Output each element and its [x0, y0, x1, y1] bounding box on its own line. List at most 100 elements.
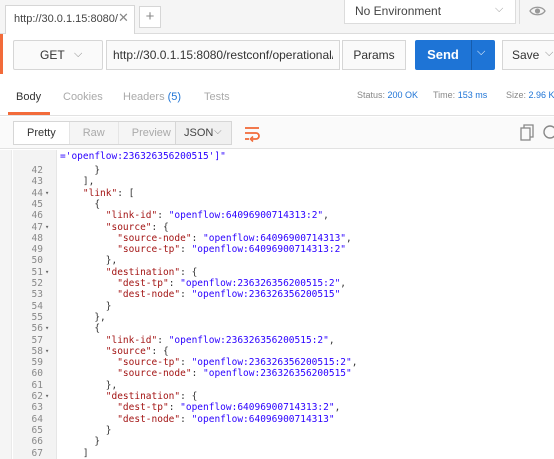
line-number: 47	[31, 221, 43, 233]
size-label: Size:	[506, 90, 527, 100]
code-text: ],	[60, 176, 95, 188]
chevron-down-icon: ⌵	[214, 126, 222, 137]
time-label: Time:	[433, 90, 456, 100]
method-select[interactable]: GET ⌵	[13, 40, 103, 70]
line-number: 53	[31, 289, 43, 301]
fold-toggle-icon[interactable]: ▾	[45, 391, 49, 402]
send-divider	[471, 40, 472, 70]
code-text: }	[60, 436, 101, 448]
code-text: "source-tp": "openflow:236326356200515:2…	[117, 357, 358, 369]
code-text: "destination": {	[105, 391, 198, 402]
copy-icon	[520, 124, 534, 141]
code-text: "dest-tp": "openflow:236326356200515:2",	[117, 278, 347, 289]
view-pretty-button[interactable]: Pretty	[14, 122, 70, 144]
code-line: 58 ▾ "source": {	[0, 346, 554, 357]
tab-body[interactable]: Body	[16, 91, 41, 103]
code-text: ]	[60, 447, 89, 459]
params-button[interactable]: Params	[342, 40, 406, 70]
line-number: 60	[31, 368, 43, 380]
line-number: 61	[31, 379, 43, 391]
environment-label: No Environment	[355, 4, 442, 18]
code-text: "link-id": "openflow:236326356200515:2",	[105, 334, 335, 346]
code-text: }	[60, 424, 112, 436]
chevron-down-icon[interactable]: ⌵	[477, 46, 485, 59]
line-number: 58	[31, 345, 43, 357]
tab-bar: http://30.0.1.15:8080/ ✕ + No Environmen…	[0, 0, 554, 34]
code-text: {	[60, 198, 101, 210]
time-value: 153 ms	[457, 90, 488, 100]
code-text: "dest-tp": "openflow:64096900714313:2",	[117, 402, 341, 414]
view-raw-button[interactable]: Raw	[70, 122, 119, 144]
code-line: 59 "source-tp": "openflow:23632635620051…	[0, 357, 554, 368]
code-line: 55 },	[0, 312, 554, 323]
line-number: 43	[31, 176, 43, 188]
headers-count: (5)	[167, 91, 182, 103]
search-button[interactable]	[542, 124, 554, 142]
tab-headers-label: Headers	[123, 91, 165, 103]
code-text: "dest-node": "openflow:64096900714313"	[117, 413, 335, 425]
code-line: 56 ▾ {	[0, 323, 554, 334]
fold-toggle-icon[interactable]: ▾	[45, 267, 49, 278]
close-icon[interactable]: ✕	[118, 10, 129, 26]
code-line: 65 }	[0, 425, 554, 436]
wrapped-line-fragment: ='openflow:236326356200515']"	[60, 151, 226, 162]
status-label: Status:	[357, 90, 386, 100]
code-text: "source-node": "openflow:236326356200515…	[117, 368, 352, 380]
response-body-viewer[interactable]: ='openflow:236326356200515']" 42 } 43 ], 4…	[0, 150, 554, 459]
code-line: 62 ▾ "destination": {	[0, 391, 554, 402]
line-number: 51	[31, 266, 43, 278]
line-number: 49	[31, 244, 43, 256]
line-number: 66	[31, 436, 43, 448]
line-number: 42	[31, 165, 43, 176]
fold-toggle-icon[interactable]: ▾	[45, 188, 49, 199]
code-text: "source-node": "openflow:64096900714313"…	[117, 232, 352, 244]
code-text: {	[60, 323, 101, 335]
wrap-lines-icon	[245, 127, 260, 143]
code-line: 50 },	[0, 255, 554, 266]
copy-button[interactable]	[520, 124, 536, 142]
wrap-lines-button[interactable]	[241, 122, 263, 144]
view-mode-group: Pretty Raw Preview	[13, 121, 185, 145]
code-text: "dest-node": "openflow:236326356200515"	[117, 289, 341, 301]
code-line: 63 "dest-tp": "openflow:64096900714313:2…	[0, 402, 554, 413]
tab-tests[interactable]: Tests	[204, 91, 230, 103]
line-number: 64	[31, 413, 43, 425]
code-text: "source": {	[105, 345, 169, 357]
code-line: 61 },	[0, 380, 554, 391]
fold-toggle-icon[interactable]: ▾	[45, 323, 49, 334]
format-select[interactable]: JSON ⌵	[175, 121, 232, 145]
line-number: 56	[31, 323, 43, 335]
response-tabs: Body Cookies Headers (5) Tests Status: 2…	[0, 78, 554, 116]
chevron-down-icon: ⌵	[74, 48, 83, 60]
tab-headers[interactable]: Headers (5)	[123, 91, 181, 103]
method-label: GET	[40, 48, 65, 62]
line-number: 63	[31, 402, 43, 414]
active-tab-underline	[8, 112, 50, 115]
line-number: 48	[31, 232, 43, 244]
code-text: "source": {	[105, 221, 169, 233]
fold-toggle-icon[interactable]: ▾	[45, 222, 49, 233]
line-number: 57	[31, 334, 43, 346]
fold-toggle-icon[interactable]: ▾	[45, 346, 49, 357]
save-label: Save	[512, 48, 540, 62]
code-line: 66 }	[0, 436, 554, 447]
search-icon	[543, 125, 554, 139]
line-number: 67	[31, 447, 43, 459]
code-text: },	[60, 255, 118, 267]
new-tab-button[interactable]: +	[139, 6, 161, 28]
save-button[interactable]: Save ⌵	[502, 40, 554, 70]
code-line: 54 }	[0, 301, 554, 312]
code-text: "source-tp": "openflow:64096900714313:2"	[117, 244, 347, 256]
chevron-down-icon[interactable]: ⌵	[545, 47, 553, 60]
tab-cookies[interactable]: Cookies	[63, 91, 103, 103]
request-tab[interactable]: http://30.0.1.15:8080/ ✕	[5, 5, 135, 34]
format-label: JSON	[184, 127, 214, 139]
environment-select[interactable]: No Environment ⌵	[344, 0, 516, 24]
environment-quick-look-button[interactable]	[519, 0, 554, 24]
code-text: },	[60, 379, 118, 391]
line-number: 52	[31, 278, 43, 289]
code-line: 53 "dest-node": "openflow:23632635620051…	[0, 289, 554, 300]
url-input[interactable]	[106, 40, 340, 70]
code-line: 46 "link-id": "openflow:64096900714313:2…	[0, 210, 554, 221]
send-button[interactable]: Send ⌵	[415, 40, 495, 70]
